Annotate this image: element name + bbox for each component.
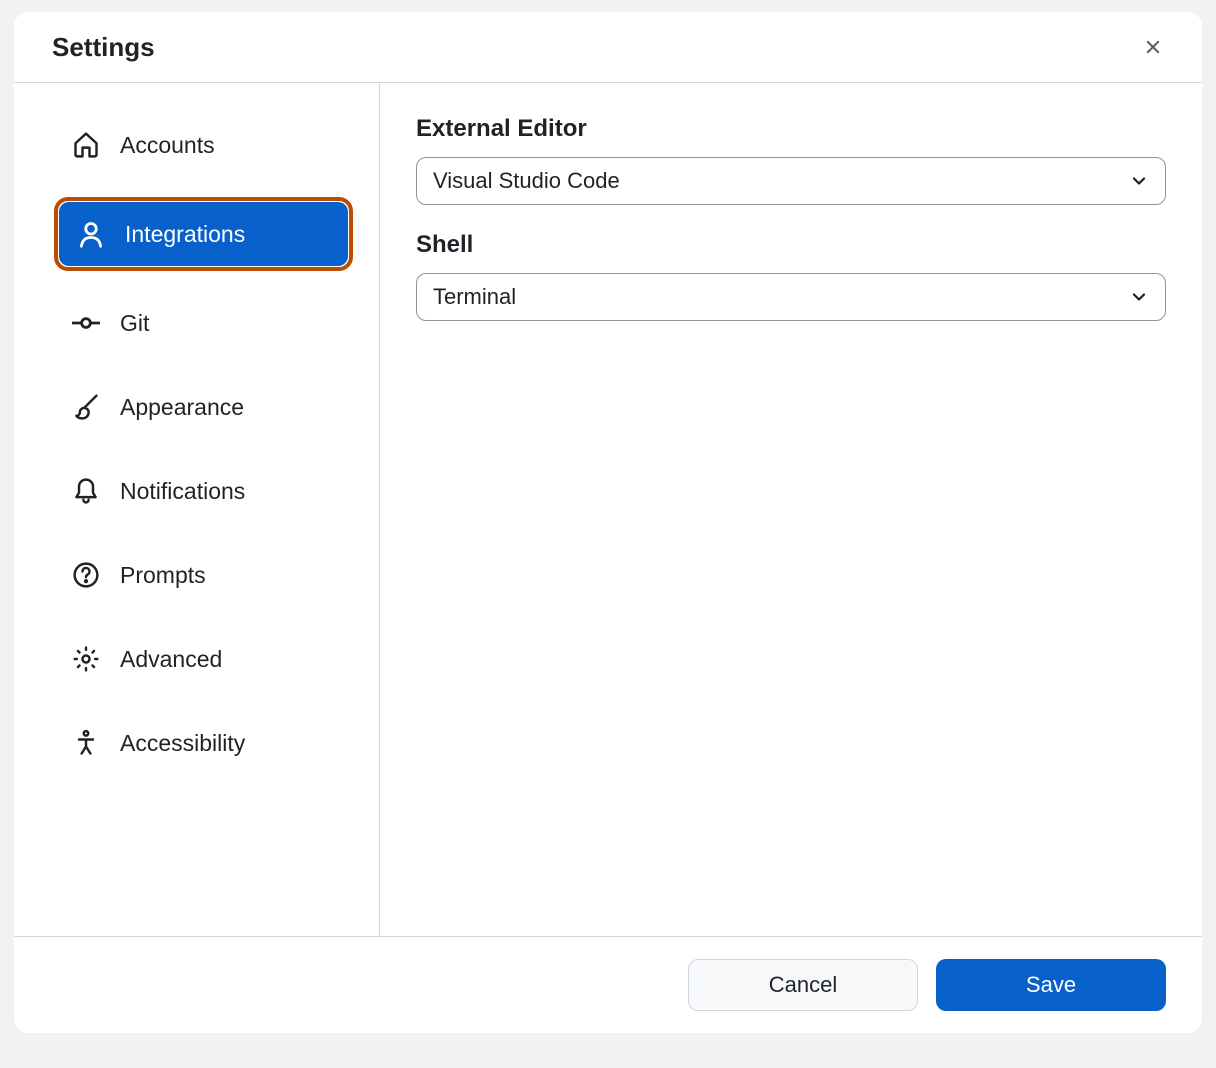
sidebar-item-accessibility[interactable]: Accessibility [54,711,353,775]
close-icon [1142,36,1164,58]
sidebar-item-label: Appearance [120,394,244,421]
person-icon [77,220,105,248]
sidebar-item-prompts[interactable]: Prompts [54,543,353,607]
sidebar-item-integrations[interactable]: Integrations [59,202,348,266]
bell-icon [72,477,100,505]
sidebar-item-advanced[interactable]: Advanced [54,627,353,691]
save-button[interactable]: Save [936,959,1166,1011]
shell-label: Shell [416,231,1166,259]
gear-icon [72,645,100,673]
external-editor-field: External Editor Visual Studio Code [416,115,1166,205]
chevron-down-icon [1129,287,1149,307]
accessibility-icon [72,729,100,757]
settings-sidebar: Accounts Integrations [14,83,380,936]
cancel-button[interactable]: Cancel [688,959,918,1011]
settings-modal: Settings Accounts [14,12,1202,1033]
modal-title: Settings [52,32,155,63]
sidebar-item-label: Accounts [120,132,215,159]
sidebar-item-highlight: Integrations [54,197,353,271]
settings-panel: External Editor Visual Studio Code Shell… [380,83,1202,936]
home-icon [72,131,100,159]
sidebar-item-label: Git [120,310,149,337]
paintbrush-icon [72,393,100,421]
sidebar-item-label: Accessibility [120,730,245,757]
modal-body: Accounts Integrations [14,83,1202,936]
close-button[interactable] [1136,30,1170,64]
sidebar-item-label: Prompts [120,562,206,589]
sidebar-item-label: Advanced [120,646,222,673]
sidebar-item-git[interactable]: Git [54,291,353,355]
modal-footer: Cancel Save [14,936,1202,1033]
sidebar-item-accounts[interactable]: Accounts [54,113,353,177]
external-editor-label: External Editor [416,115,1166,143]
shell-select[interactable]: Terminal [416,273,1166,321]
modal-header: Settings [14,12,1202,83]
sidebar-item-appearance[interactable]: Appearance [54,375,353,439]
git-commit-icon [72,309,100,337]
sidebar-item-label: Notifications [120,478,245,505]
shell-field: Shell Terminal [416,231,1166,321]
sidebar-item-label: Integrations [125,221,245,248]
question-icon [72,561,100,589]
sidebar-item-notifications[interactable]: Notifications [54,459,353,523]
external-editor-select[interactable]: Visual Studio Code [416,157,1166,205]
chevron-down-icon [1129,171,1149,191]
shell-value: Terminal [433,284,516,310]
external-editor-value: Visual Studio Code [433,168,620,194]
